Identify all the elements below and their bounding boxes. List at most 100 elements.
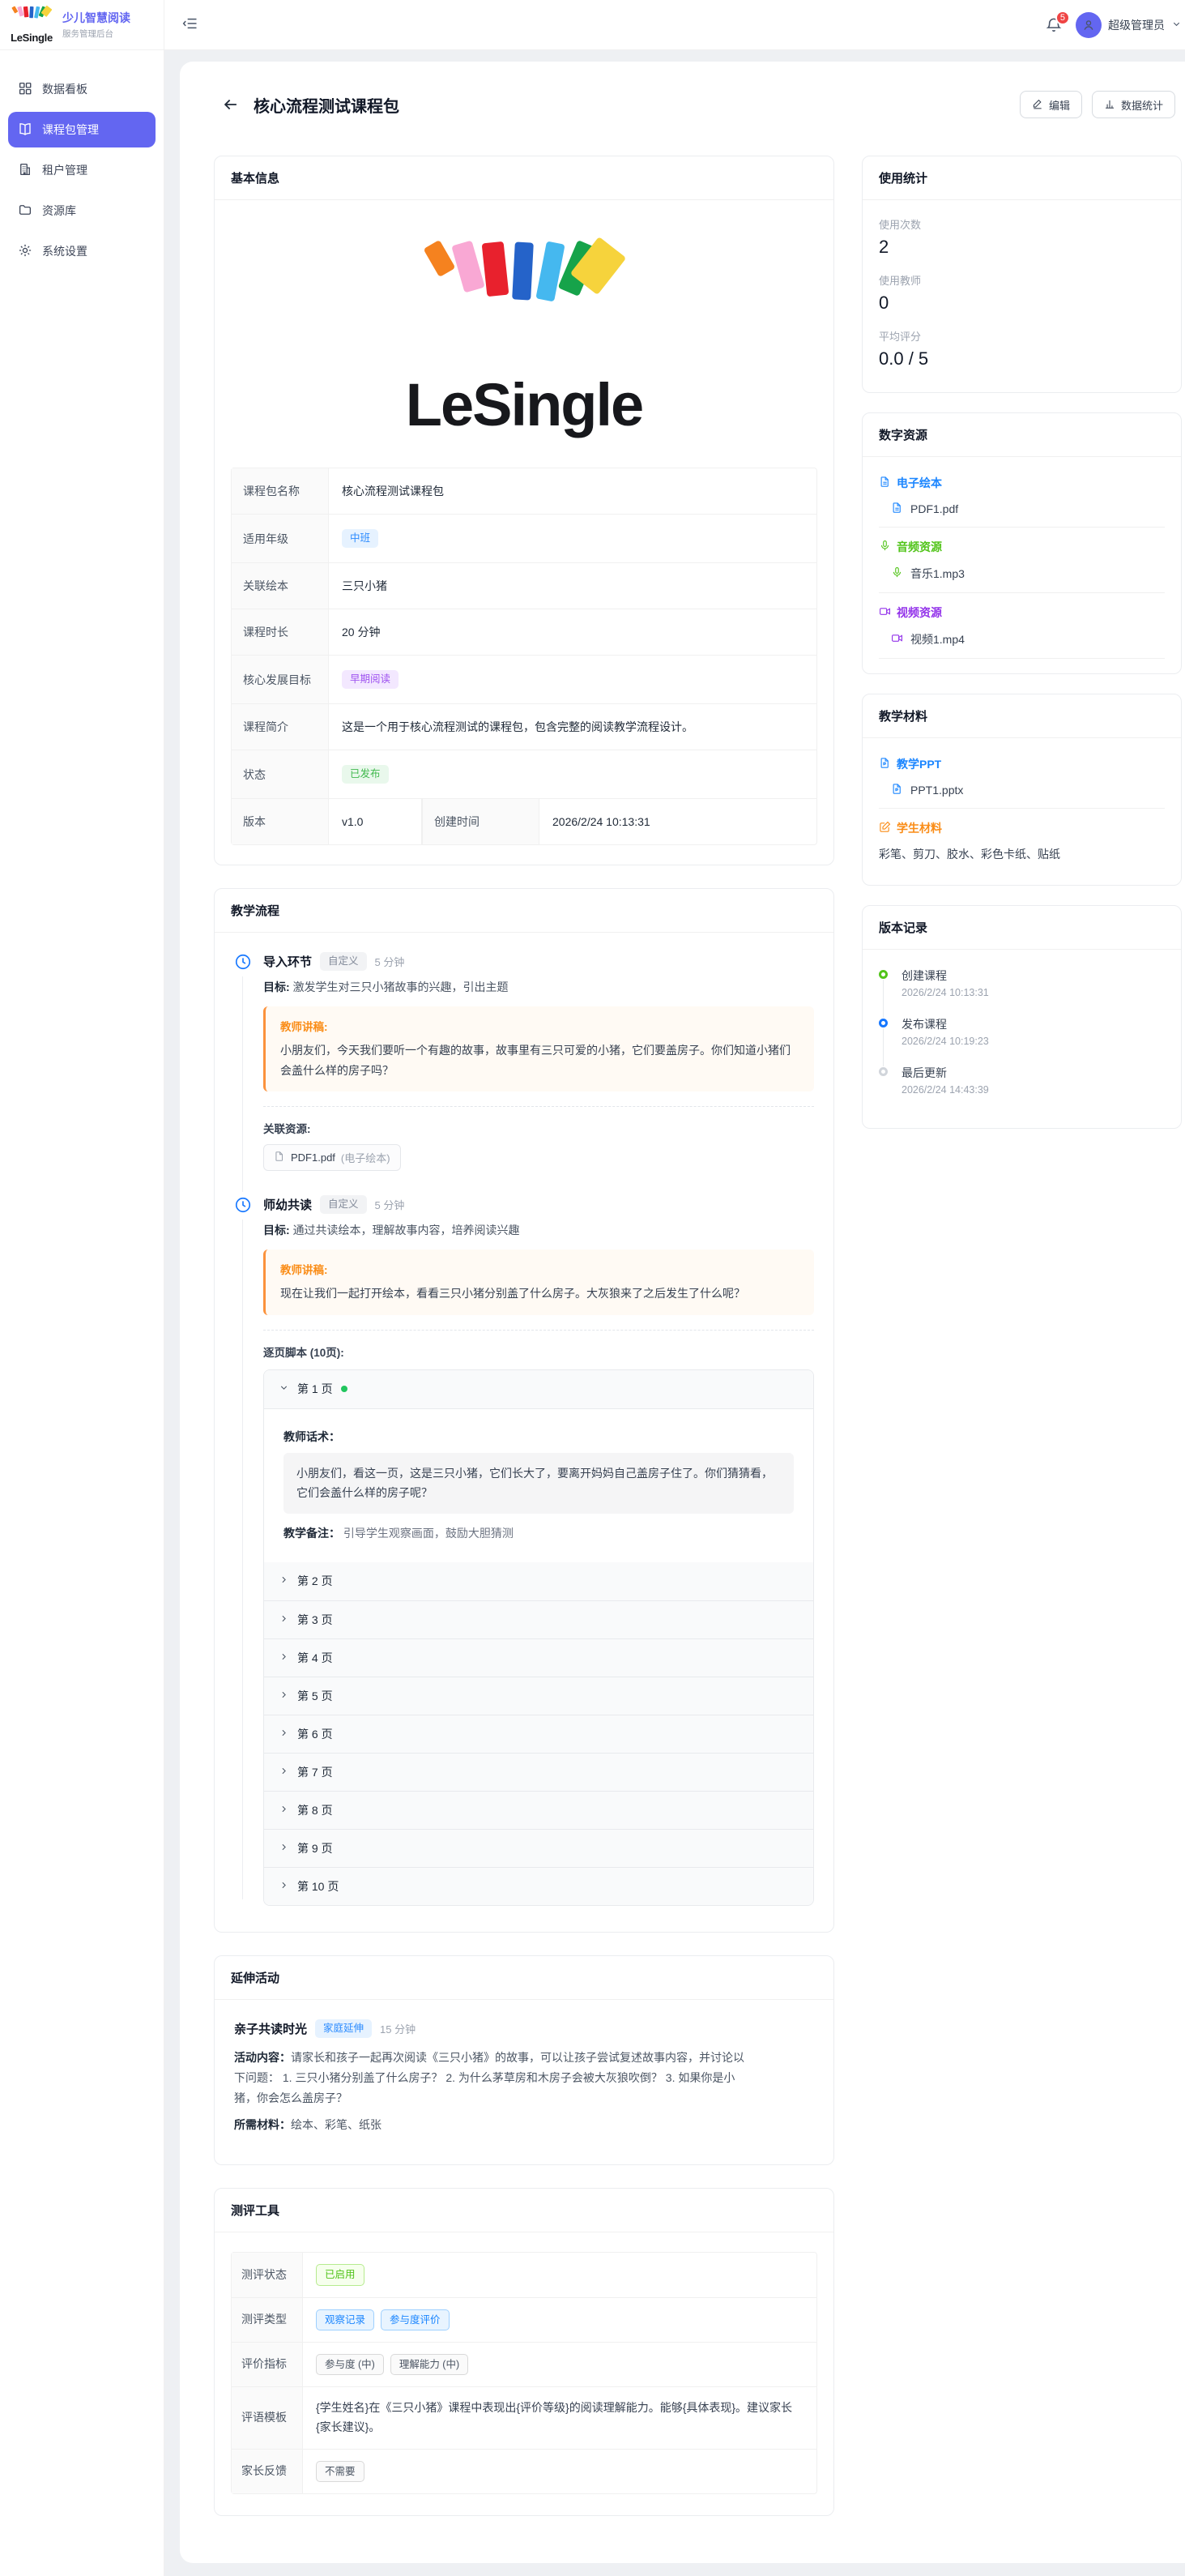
activity-title: 亲子共读时光 [234,2020,307,2037]
sidebar-item-tenants[interactable]: 租户管理 [8,152,156,188]
building-icon [18,162,32,179]
card-title: 基本信息 [215,156,833,200]
microphone-icon [879,540,891,554]
card-title: 使用统计 [863,156,1181,200]
sidebar-item-label: 系统设置 [42,243,87,259]
resource-file-audio[interactable]: 音乐1.mp3 [879,555,1165,593]
lesingle-logo-icon [13,6,51,31]
section-duration: 5 分钟 [375,1197,405,1212]
digital-resources-card: 数字资源 电子绘本 PDF1.pdf [862,412,1182,674]
data-stats-button[interactable]: 数据统计 [1092,91,1175,118]
activity-content: 活动内容：请家长和孩子一起再次阅读《三只小猪》的故事，可以让孩子尝试复述故事内容… [234,2048,752,2109]
section-title: 师幼共读 [263,1196,312,1213]
extension-activity-card: 延伸活动 亲子共读时光 家庭延伸 15 分钟 活动内容：请家长和孩子一起再次阅读… [214,1955,834,2166]
sidebar-item-label: 资源库 [42,203,76,219]
resource-group-ebook: 电子绘本 PDF1.pdf [879,475,1165,528]
timeline-dot-gray [879,1067,888,1076]
section-goal: 目标: 激发学生对三只小猪故事的兴趣，引出主题 [263,979,814,995]
accordion-header-page-8[interactable]: 第 8 页 [264,1791,813,1829]
chevron-right-icon [279,1728,289,1741]
flow-section-shared-reading: 师幼共读 自定义 5 分钟 目标: 通过共读绘本，理解故事内容，培养阅读兴趣 教… [234,1195,814,1906]
app-subtitle: 服务管理后台 [62,28,130,40]
video-camera-icon [879,605,891,620]
flow-section-intro: 导入环节 自定义 5 分钟 目标: 激发学生对三只小猪故事的兴趣，引出主题 教师… [234,952,814,1171]
timeline-dot-green [879,970,888,979]
accordion-header-page-10[interactable]: 第 10 页 [264,1867,813,1905]
material-group-student: 学生材料 彩笔、剪刀、胶水、彩色卡纸、贴纸 [879,820,1165,865]
card-title: 教学材料 [863,694,1181,738]
linked-resource-chip[interactable]: PDF1.pdf (电子绘本) [263,1144,401,1171]
teacher-talk-box: 小朋友们，看这一页，这是三只小猪，它们长大了，要离开妈妈自己盖房子住了。你们猜猜… [283,1453,794,1514]
accordion-header-page-5[interactable]: 第 5 页 [264,1677,813,1715]
chevron-down-icon [279,1382,289,1395]
table-row: 适用年级 中班 [232,514,816,562]
timeline-dot-blue [879,1019,888,1027]
table-row: 课程包名称 核心流程测试课程包 [232,468,816,514]
chevron-right-icon [279,1880,289,1893]
stat-usage-count: 使用次数 2 [879,216,1165,258]
table-row: 课程时长 20 分钟 [232,609,816,655]
accordion-header-page-3[interactable]: 第 3 页 [264,1600,813,1638]
resource-file-pdf[interactable]: PDF1.pdf [879,491,1165,528]
accordion-header-page-9[interactable]: 第 9 页 [264,1829,813,1867]
card-title: 数字资源 [863,413,1181,457]
page-scripts-accordion: 第 1 页 教师话术： 小朋友们，看这一页，这是三只小猪，它们长大了，要离开妈妈… [263,1369,814,1906]
card-title: 测评工具 [215,2189,833,2232]
sidebar: LeSingle 少儿智慧阅读 服务管理后台 数据看板 课程包管理 租户管理 [0,0,164,2576]
bar-chart-icon [1104,98,1115,112]
timeline-item-published: 发布课程 2026/2/24 10:19:23 [879,1016,1165,1065]
sidebar-item-settings[interactable]: 系统设置 [8,233,156,269]
sidebar-logo: LeSingle 少儿智慧阅读 服务管理后台 [0,0,164,50]
feedback-badge: 不需要 [316,2461,364,2482]
chevron-right-icon [279,1613,289,1626]
pencil-icon [1032,98,1043,112]
document-icon [879,757,891,771]
chevron-right-icon [279,1804,289,1817]
document-icon [891,502,903,516]
material-file-ppt[interactable]: PPT1.pptx [879,772,1165,809]
custom-badge: 自定义 [320,1195,367,1214]
timeline-item-updated: 最后更新 2026/2/24 14:43:39 [879,1065,1165,1113]
table-row: 版本 v1.0 创建时间 2026/2/24 10:13:31 [232,798,816,844]
goal-badge: 早期阅读 [342,670,399,689]
microphone-icon [891,566,903,581]
table-row: 评价指标 参与度 (中) 理解能力 (中) [232,2342,816,2386]
chevron-right-icon [279,1690,289,1702]
sidebar-collapse-icon[interactable] [182,15,198,34]
stat-average-rating: 平均评分 0.0 / 5 [879,328,1165,370]
chevron-down-icon [1171,19,1182,32]
edit-square-icon [879,821,891,835]
accordion-header-page-1[interactable]: 第 1 页 [264,1370,813,1408]
page-header: 核心流程测试课程包 编辑 数据统计 [197,91,1182,118]
table-row: 核心发展目标 早期阅读 [232,655,816,703]
file-icon [274,1151,285,1164]
custom-badge: 自定义 [320,952,367,971]
assessment-type-badge: 参与度评价 [381,2309,450,2330]
metric-badge: 理解能力 (中) [390,2354,468,2375]
logo-wordmark: LeSingle [11,32,53,44]
chevron-right-icon [279,1651,289,1664]
accordion-header-page-4[interactable]: 第 4 页 [264,1638,813,1677]
accordion-header-page-2[interactable]: 第 2 页 [264,1562,813,1600]
back-button[interactable] [220,93,242,116]
accordion-header-page-7[interactable]: 第 7 页 [264,1753,813,1791]
course-cover-logo: LeSingle [215,200,833,468]
home-extension-badge: 家庭延伸 [315,2019,372,2038]
notification-bell-icon[interactable]: 5 [1045,16,1063,34]
dashboard-icon [18,81,32,98]
sidebar-item-course-packages[interactable]: 课程包管理 [8,112,156,147]
logo-wordmark: LeSingle [406,375,642,435]
edit-button[interactable]: 编辑 [1020,91,1082,118]
user-menu[interactable]: 超级管理员 [1076,12,1182,38]
accordion-header-page-6[interactable]: 第 6 页 [264,1715,813,1753]
video-camera-icon [891,632,903,647]
basic-info-card: 基本信息 LeSingle 课程包名称 核心流程测试课程包 [214,156,834,865]
sidebar-item-resources[interactable]: 资源库 [8,193,156,229]
table-row: 课程简介 这是一个用于核心流程测试的课程包，包含完整的阅读教学流程设计。 [232,703,816,750]
divider [263,1330,814,1331]
resource-file-video[interactable]: 视频1.mp4 [879,621,1165,659]
teaching-flow-card: 教学流程 导入环节 自定义 5 分钟 [214,888,834,1933]
sidebar-item-label: 租户管理 [42,162,87,178]
sidebar-item-dashboard[interactable]: 数据看板 [8,71,156,107]
book-icon [18,122,32,139]
